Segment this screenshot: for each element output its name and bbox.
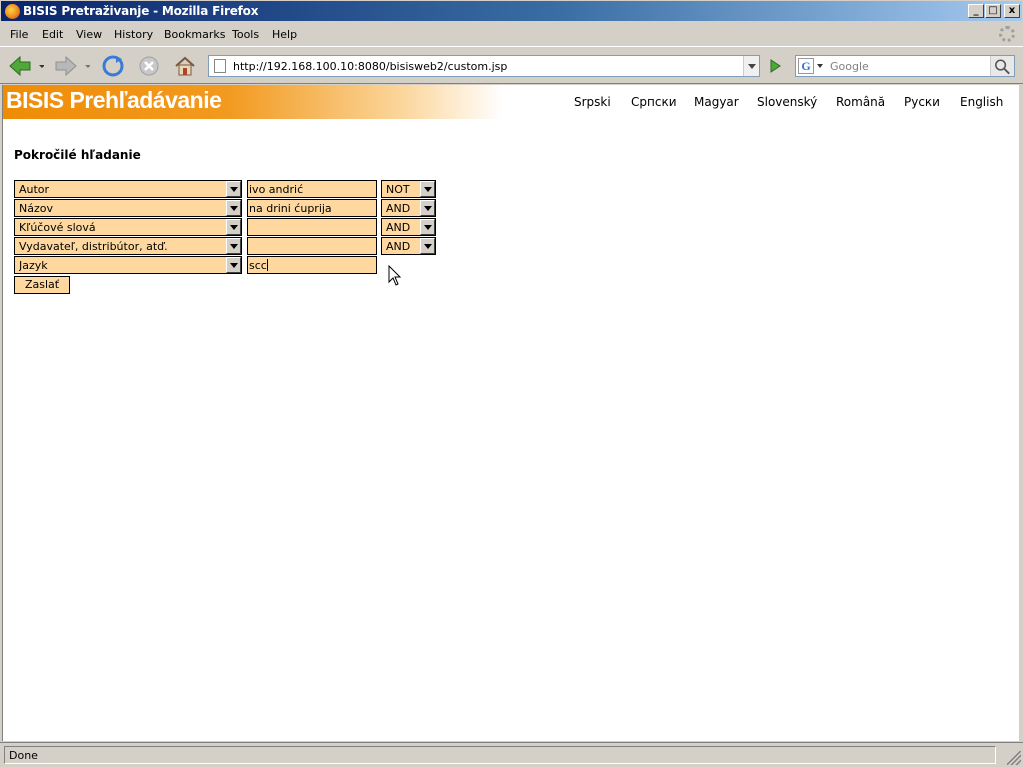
address-url[interactable]: http://192.168.100.10:8080/bisisweb2/cus… xyxy=(233,60,507,73)
chevron-down-icon[interactable] xyxy=(226,181,241,197)
minimize-button[interactable]: _ xyxy=(968,4,984,18)
address-dropdown-icon[interactable] xyxy=(743,56,759,76)
field-select-2-value: Názov xyxy=(19,202,53,215)
search-term-1-value: ivo andrić xyxy=(249,183,304,196)
operator-2-value: AND xyxy=(386,202,411,215)
chevron-down-icon[interactable] xyxy=(420,238,435,254)
operator-select-3[interactable]: AND xyxy=(381,218,436,236)
field-select-3[interactable]: Kľúčové slová xyxy=(14,218,242,236)
field-select-4-value: Vydavateľ, distribútor, atď. xyxy=(19,240,168,253)
status-bar: Done xyxy=(0,742,1023,767)
search-term-input-5[interactable]: scc xyxy=(247,256,377,274)
operator-select-1[interactable]: NOT xyxy=(381,180,436,198)
menu-bar: File Edit View History Bookmarks Tools H… xyxy=(0,23,1023,45)
menu-view[interactable]: View xyxy=(76,28,102,41)
back-icon[interactable] xyxy=(8,55,44,77)
chevron-down-icon[interactable] xyxy=(226,219,241,235)
home-icon[interactable] xyxy=(174,55,196,77)
stop-icon[interactable] xyxy=(138,55,160,77)
status-text: Done xyxy=(9,749,38,762)
throbber-icon xyxy=(999,26,1015,42)
resize-grip-icon[interactable] xyxy=(1007,751,1021,765)
go-icon[interactable] xyxy=(763,56,787,76)
field-select-5[interactable]: Jazyk xyxy=(14,256,242,274)
lang-slovensky-link[interactable]: Slovenský xyxy=(757,95,817,109)
search-term-2-value: na drini ćuprija xyxy=(249,202,332,215)
chevron-down-icon[interactable] xyxy=(226,257,241,273)
menu-help[interactable]: Help xyxy=(272,28,297,41)
site-banner: BISIS Prehľadávanie xyxy=(3,85,503,119)
reload-icon[interactable] xyxy=(102,55,124,77)
mouse-pointer-icon xyxy=(388,265,402,286)
field-select-1[interactable]: Autor xyxy=(14,180,242,198)
menu-file[interactable]: File xyxy=(10,28,28,41)
page-icon xyxy=(214,59,226,73)
chevron-down-icon[interactable] xyxy=(226,238,241,254)
window-title-bar: BISIS Pretraživanje - Mozilla Firefox _ … xyxy=(0,0,1023,22)
submit-button[interactable]: Zaslať xyxy=(14,276,70,294)
lang-srpski-link[interactable]: Srpski xyxy=(574,95,611,109)
search-term-5-value: scc xyxy=(249,259,268,272)
field-select-5-value: Jazyk xyxy=(19,259,48,272)
firefox-icon xyxy=(5,4,20,19)
operator-3-value: AND xyxy=(386,221,411,234)
menu-history[interactable]: History xyxy=(114,28,153,41)
search-icon[interactable] xyxy=(990,56,1014,76)
search-term-input-1[interactable]: ivo andrić xyxy=(247,180,377,198)
menu-bookmarks[interactable]: Bookmarks xyxy=(164,28,225,41)
forward-icon[interactable] xyxy=(54,55,90,77)
operator-select-2[interactable]: AND xyxy=(381,199,436,217)
maximize-button[interactable]: □ xyxy=(985,4,1001,18)
operator-1-value: NOT xyxy=(386,183,410,196)
lang-english-link[interactable]: English xyxy=(960,95,1003,109)
chevron-down-icon xyxy=(817,64,823,68)
status-panel: Done xyxy=(4,746,996,764)
chevron-down-icon[interactable] xyxy=(420,181,435,197)
search-term-input-3[interactable] xyxy=(247,218,377,236)
lang-magyar-link[interactable]: Magyar xyxy=(694,95,739,109)
chevron-down-icon[interactable] xyxy=(226,200,241,216)
menu-tools[interactable]: Tools xyxy=(232,28,259,41)
page-content: BISIS Prehľadávanie Srpski Српски Magyar… xyxy=(2,85,1019,741)
chevron-down-icon[interactable] xyxy=(420,219,435,235)
field-select-2[interactable]: Názov xyxy=(14,199,242,217)
chevron-down-icon[interactable] xyxy=(420,200,435,216)
google-icon: G xyxy=(798,58,814,74)
search-term-input-2[interactable]: na drini ćuprija xyxy=(247,199,377,217)
field-select-1-value: Autor xyxy=(19,183,50,196)
close-button[interactable]: x xyxy=(1004,4,1020,18)
text-caret xyxy=(266,259,268,271)
search-engine-selector[interactable]: G xyxy=(798,58,826,74)
navigation-toolbar: http://192.168.100.10:8080/bisisweb2/cus… xyxy=(0,46,1023,84)
window-title: BISIS Pretraživanje - Mozilla Firefox xyxy=(23,4,259,18)
lang-srpski-cyrillic-link[interactable]: Српски xyxy=(631,95,677,109)
search-box[interactable]: G Google xyxy=(795,55,1015,77)
lang-ruski-link[interactable]: Руски xyxy=(904,95,940,109)
site-logo: BISIS Prehľadávanie xyxy=(6,87,222,113)
field-select-3-value: Kľúčové slová xyxy=(19,221,96,234)
lang-romana-link[interactable]: Română xyxy=(836,95,885,109)
search-input[interactable]: Google xyxy=(830,60,869,73)
search-term-input-4[interactable] xyxy=(247,237,377,255)
operator-4-value: AND xyxy=(386,240,411,253)
operator-select-4[interactable]: AND xyxy=(381,237,436,255)
page-title: Pokročilé hľadanie xyxy=(14,148,141,162)
menu-edit[interactable]: Edit xyxy=(42,28,63,41)
address-bar[interactable]: http://192.168.100.10:8080/bisisweb2/cus… xyxy=(208,55,760,77)
field-select-4[interactable]: Vydavateľ, distribútor, atď. xyxy=(14,237,242,255)
